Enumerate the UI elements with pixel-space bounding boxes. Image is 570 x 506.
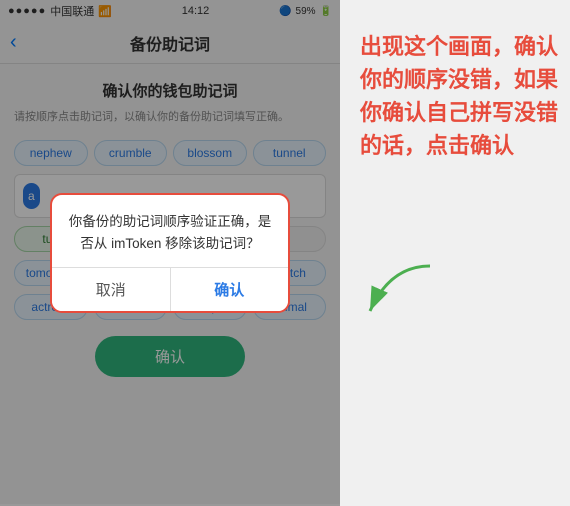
dialog-overlay: 你备份的助记词顺序验证正确，是否从 imToken 移除该助记词？ 取消 确认 bbox=[0, 0, 340, 506]
dialog-box: 你备份的助记词顺序验证正确，是否从 imToken 移除该助记词？ 取消 确认 bbox=[50, 193, 290, 312]
dialog-cancel-button[interactable]: 取消 bbox=[52, 268, 171, 311]
annotation-text: 出现这个画面，确认你的顺序没错，如果你确认自己拼写没错的话，点击确认 bbox=[360, 30, 560, 162]
annotation-area: 出现这个画面，确认你的顺序没错，如果你确认自己拼写没错的话，点击确认 bbox=[340, 0, 570, 506]
dialog-confirm-button[interactable]: 确认 bbox=[171, 268, 289, 311]
phone-screen: ●●●●● 中国联通 📶 14:12 🔵 59% 🔋 ‹ 备份助记词 确认你的钱… bbox=[0, 0, 340, 506]
dialog-message: 你备份的助记词顺序验证正确，是否从 imToken 移除该助记词？ bbox=[52, 195, 288, 266]
arrow-container bbox=[360, 261, 440, 326]
dialog-actions: 取消 确认 bbox=[52, 267, 288, 311]
arrow-icon bbox=[360, 261, 440, 321]
